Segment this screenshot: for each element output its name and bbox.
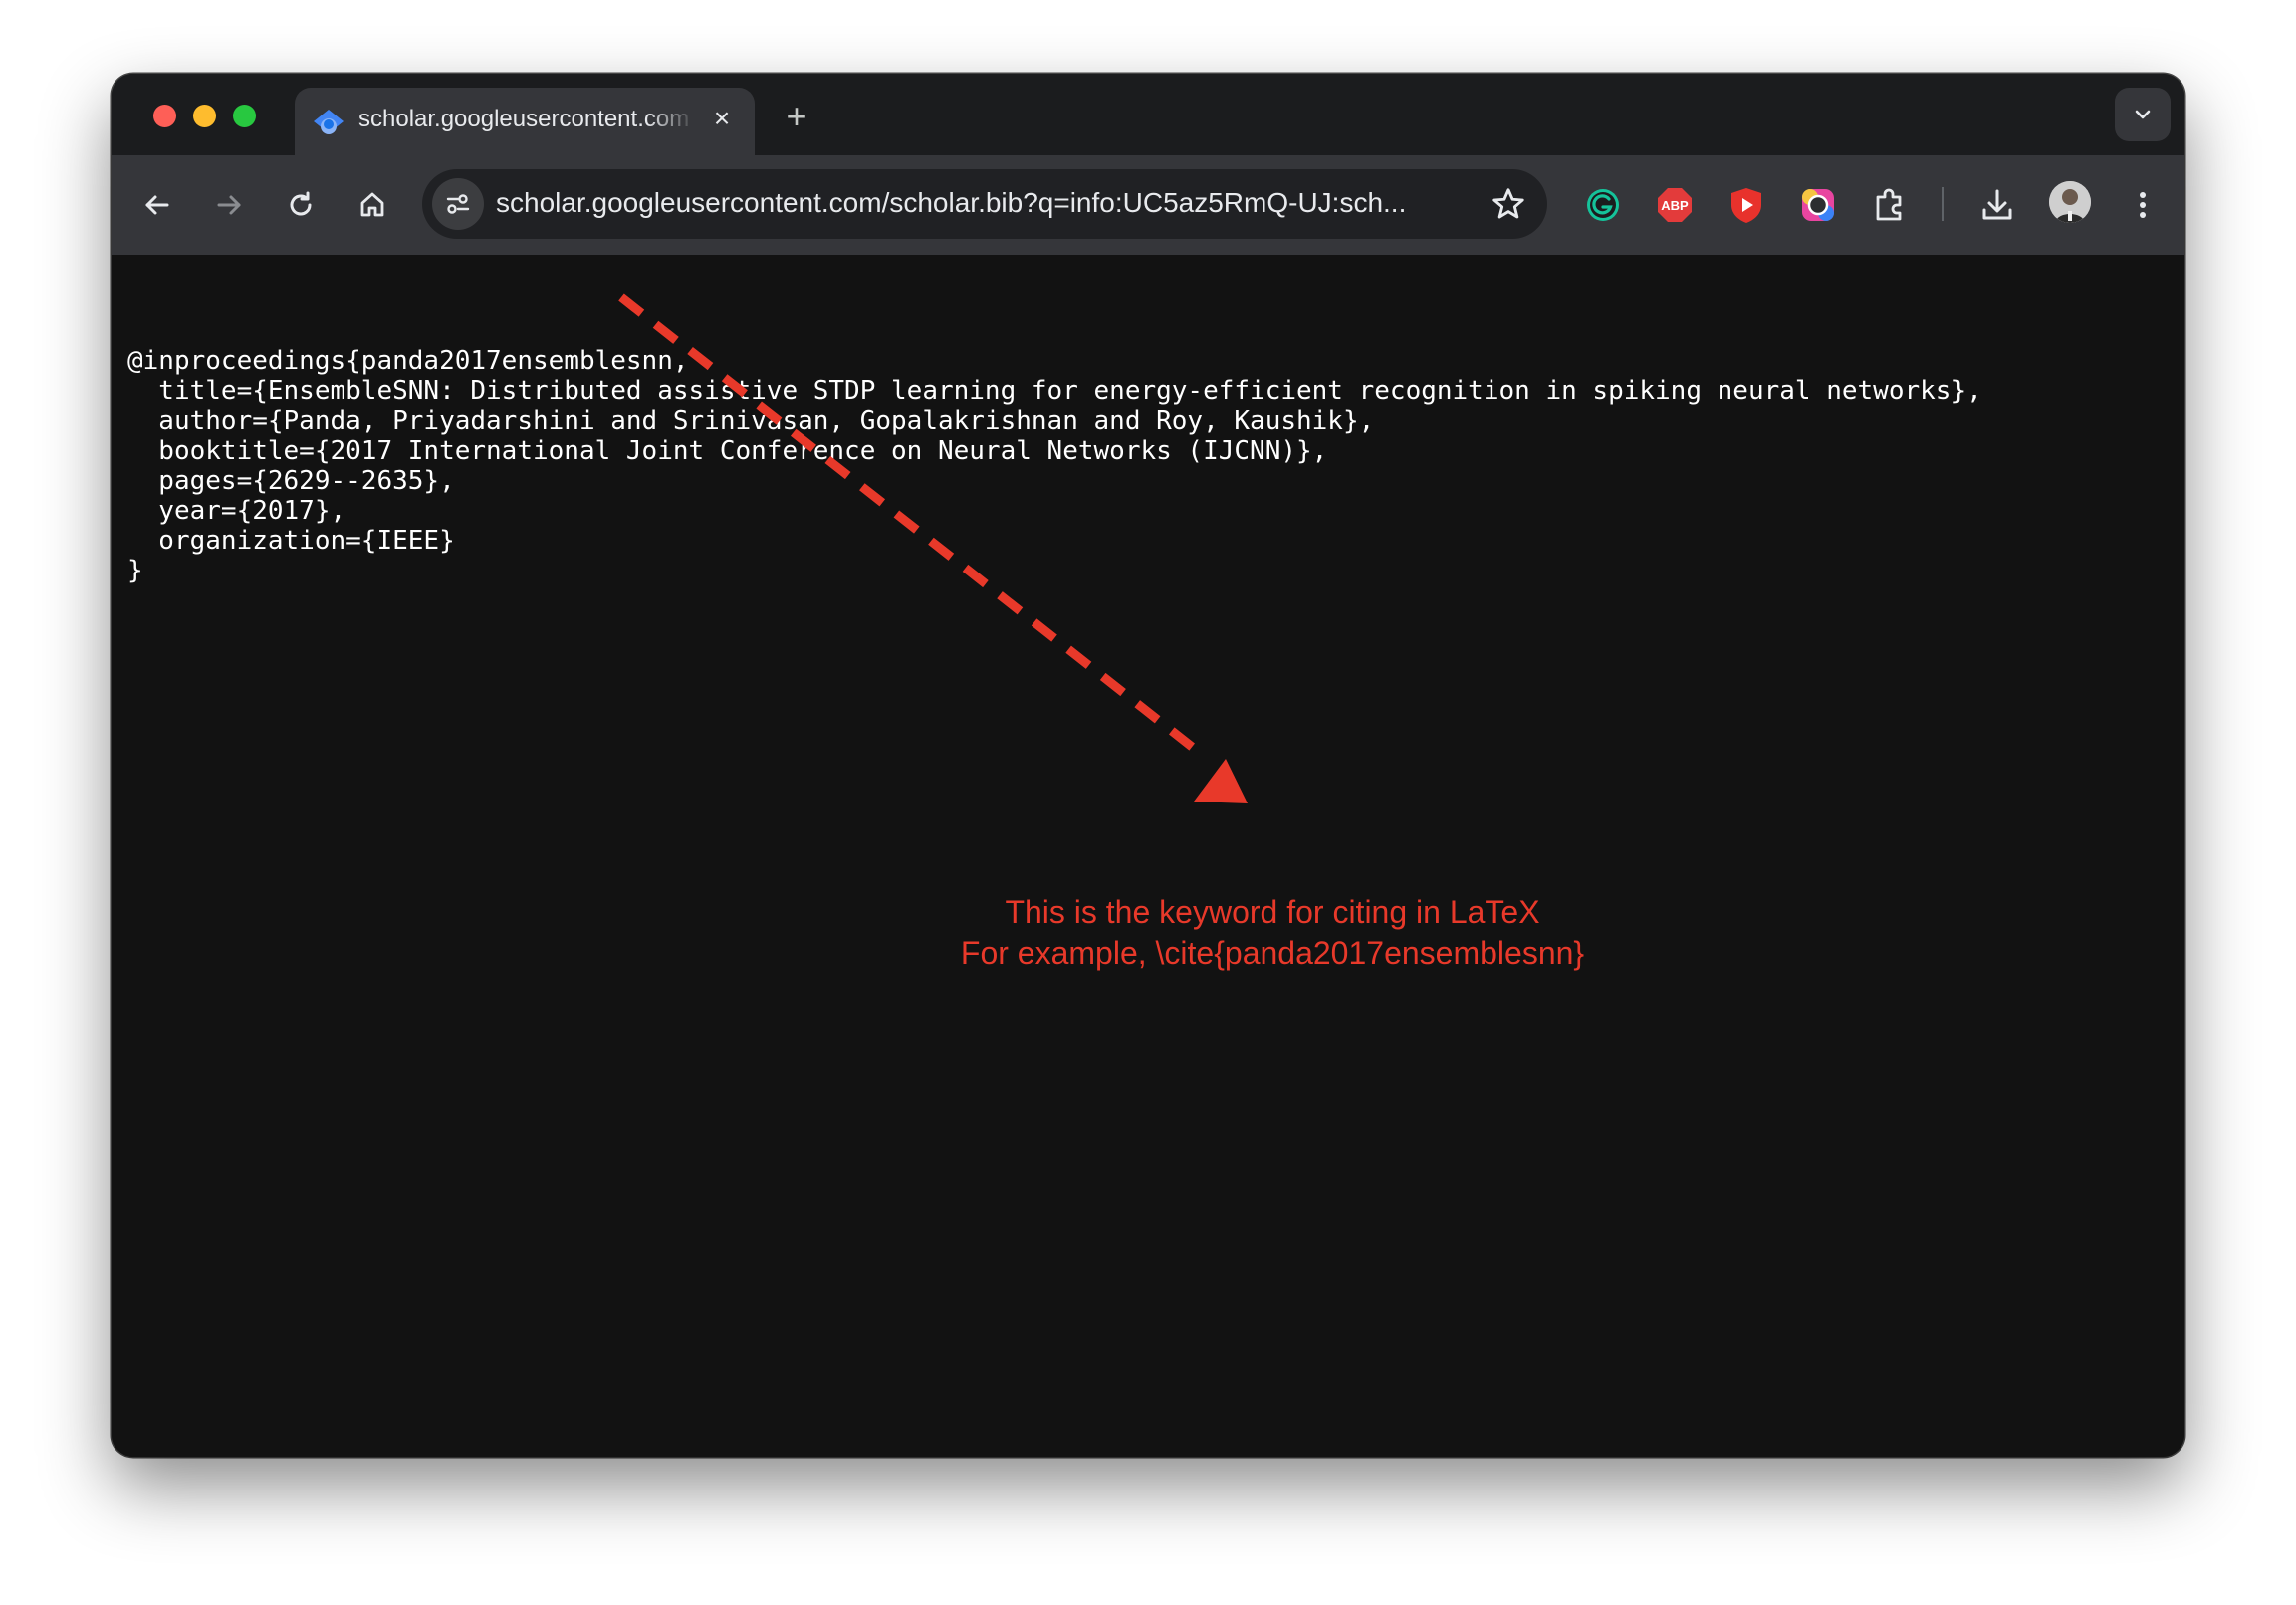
- close-icon[interactable]: ×: [707, 104, 737, 133]
- profile-photo: [2049, 181, 2091, 223]
- home-icon[interactable]: [352, 185, 392, 225]
- adblock-plus-icon[interactable]: ABP: [1653, 183, 1697, 227]
- annotation-line-1: This is the keyword for citing in LaTeX: [1005, 894, 1540, 930]
- active-tab[interactable]: scholar.googleusercontent.com ×: [295, 88, 755, 155]
- bookmark-star-icon[interactable]: [1490, 185, 1527, 223]
- bibtex-line: }: [127, 556, 143, 585]
- browser-window: scholar.googleusercontent.com × + schola…: [112, 74, 2184, 1457]
- site-info-icon: [446, 194, 470, 214]
- color-picker-icon[interactable]: [1796, 183, 1840, 227]
- bibtex-line: @inproceedings{panda2017ensemblesnn,: [127, 346, 689, 376]
- annotation-line-2: For example, \cite{panda2017ensemblesnn}: [960, 935, 1585, 971]
- toolbar-separator: [1942, 187, 1944, 221]
- bibtex-line: organization={IEEE}: [127, 526, 455, 556]
- extensions-puzzle-icon[interactable]: [1868, 183, 1912, 227]
- reload-icon[interactable]: [281, 185, 321, 225]
- close-window-button[interactable]: [153, 105, 176, 127]
- tab-title: scholar.googleusercontent.com: [358, 106, 690, 132]
- forward-arrow-icon[interactable]: [209, 185, 249, 225]
- annotation-text: This is the keyword for citing in LaTeX …: [808, 892, 1736, 974]
- address-bar[interactable]: scholar.googleusercontent.com/scholar.bi…: [422, 169, 1547, 239]
- bibtex-line: title={EnsembleSNN: Distributed assistiv…: [127, 376, 1982, 406]
- bibtex-line: author={Panda, Priyadarshini and Sriniva…: [127, 406, 1375, 436]
- browser-toolbar: scholar.googleusercontent.com/scholar.bi…: [112, 155, 2184, 255]
- grammarly-icon[interactable]: [1581, 183, 1625, 227]
- kebab-menu-icon[interactable]: [2121, 183, 2165, 227]
- bibtex-entry: @inproceedings{panda2017ensemblesnn, tit…: [127, 346, 1982, 585]
- youtube-extension-icon[interactable]: [1724, 183, 1768, 227]
- bibtex-line: year={2017},: [127, 496, 346, 526]
- back-arrow-icon[interactable]: [137, 185, 177, 225]
- tab-search-button[interactable]: [2115, 88, 2171, 141]
- minimize-window-button[interactable]: [193, 105, 216, 127]
- page-content: @inproceedings{panda2017ensemblesnn, tit…: [112, 255, 2184, 1457]
- new-tab-button[interactable]: +: [779, 99, 814, 135]
- svg-text:ABP: ABP: [1661, 198, 1689, 213]
- url-text[interactable]: scholar.googleusercontent.com/scholar.bi…: [496, 187, 1482, 219]
- bibtex-line: pages={2629--2635},: [127, 466, 455, 496]
- avatar[interactable]: [2049, 181, 2091, 223]
- tab-strip: scholar.googleusercontent.com × +: [112, 74, 2184, 155]
- bibtex-line: booktitle={2017 International Joint Conf…: [127, 436, 1328, 466]
- chevron-down-icon: [2135, 110, 2151, 119]
- maximize-window-button[interactable]: [233, 105, 256, 127]
- google-scholar-icon: [314, 110, 344, 134]
- site-info-button[interactable]: [432, 178, 484, 230]
- download-icon[interactable]: [1975, 183, 2019, 227]
